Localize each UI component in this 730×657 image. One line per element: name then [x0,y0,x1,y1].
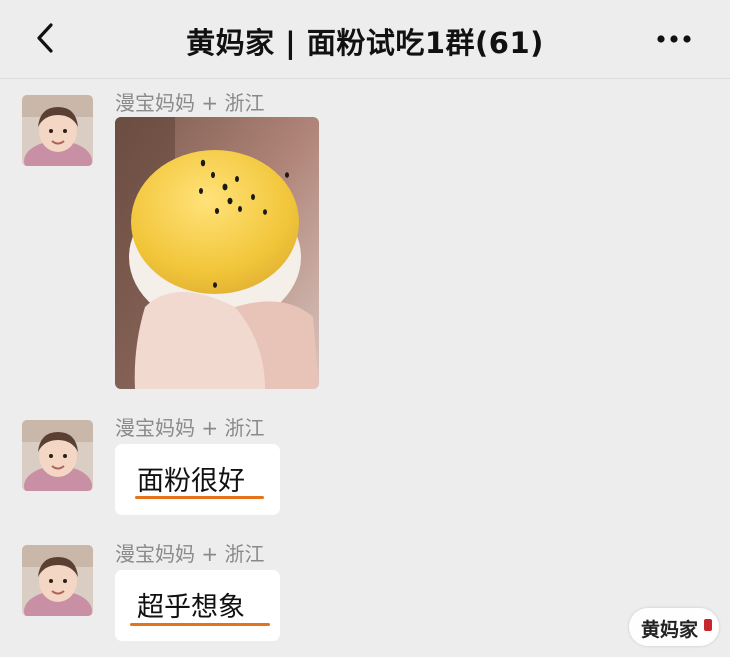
message-bubble[interactable]: 面粉很好 [115,444,280,515]
sender-avatar[interactable] [22,545,93,616]
chat-screen: 黄妈家 | 面粉试吃1群(61) 漫宝妈妈 + 浙江 漫宝妈妈 + 浙江 面粉很… [0,0,730,657]
sender-name: 漫宝妈妈 + 浙江 [115,91,265,115]
chat-header: 黄妈家 | 面粉试吃1群(61) [0,0,730,79]
message-text: 超乎想象 [137,592,245,623]
chat-title: 黄妈家 | 面粉试吃1群(61) [186,26,544,60]
sender-avatar[interactable] [22,95,93,166]
message-bubble[interactable]: 超乎想象 [115,570,280,641]
more-button[interactable] [650,24,698,54]
highlight-underline [135,496,264,499]
more-dots-icon [657,35,691,43]
watermark-text: 黄妈家 [641,619,699,641]
egg-yolk-pastry-photo[interactable] [115,117,319,389]
message-text: 面粉很好 [137,466,245,497]
seal-icon [704,619,712,631]
sender-avatar[interactable] [22,420,93,491]
brand-watermark: 黄妈家 [629,608,719,646]
sender-name: 漫宝妈妈 + 浙江 [115,542,265,566]
highlight-underline [130,623,270,626]
sender-name: 漫宝妈妈 + 浙江 [115,416,265,440]
